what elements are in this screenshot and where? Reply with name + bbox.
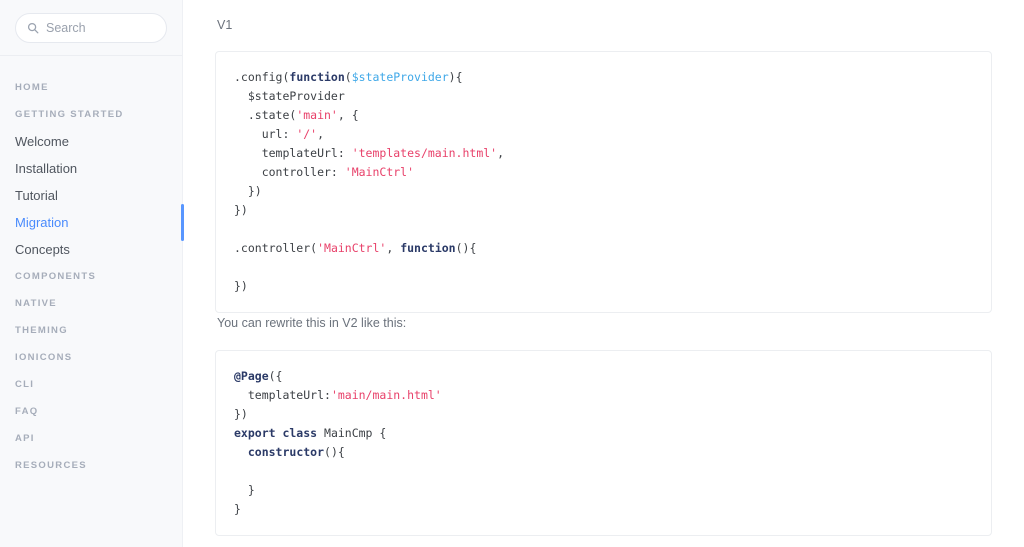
search-input[interactable] xyxy=(46,20,156,35)
sidebar-section-ionicons[interactable]: IONICONS xyxy=(0,344,182,371)
code-block-v2: @Page({ templateUrl:'main/main.html' }) … xyxy=(215,350,992,536)
sidebar-item-concepts[interactable]: Concepts xyxy=(0,236,182,263)
code-block-v1: .config(function($stateProvider){ $state… xyxy=(215,51,992,313)
sidebar-section-home[interactable]: HOME xyxy=(0,74,182,101)
sidebar-item-installation[interactable]: Installation xyxy=(0,155,182,182)
docs-page: HOME GETTING STARTED Welcome Installatio… xyxy=(0,0,1024,547)
sidebar-section-getting-started[interactable]: GETTING STARTED xyxy=(0,101,182,128)
sidebar-section-components[interactable]: COMPONENTS xyxy=(0,263,182,290)
sidebar-section-api[interactable]: API xyxy=(0,425,182,452)
sidebar-section-resources[interactable]: RESOURCES xyxy=(0,452,182,479)
heading-v1: V1 xyxy=(217,18,233,32)
search-container xyxy=(0,0,182,56)
main-content: V1 .config(function($stateProvider){ $st… xyxy=(183,0,1024,547)
sidebar: HOME GETTING STARTED Welcome Installatio… xyxy=(0,0,184,547)
sidebar-section-theming[interactable]: THEMING xyxy=(0,317,182,344)
sidebar-item-migration[interactable]: Migration xyxy=(0,209,182,236)
sidebar-section-cli[interactable]: CLI xyxy=(0,371,182,398)
search-box[interactable] xyxy=(15,12,167,43)
sidebar-item-welcome[interactable]: Welcome xyxy=(0,128,182,155)
sidebar-nav: HOME GETTING STARTED Welcome Installatio… xyxy=(0,56,182,479)
rewrite-note: You can rewrite this in V2 like this: xyxy=(217,316,407,330)
search-icon xyxy=(27,22,39,34)
active-scroll-indicator[interactable] xyxy=(181,204,184,241)
sidebar-item-tutorial[interactable]: Tutorial xyxy=(0,182,182,209)
sidebar-section-faq[interactable]: FAQ xyxy=(0,398,182,425)
code-v2: @Page({ templateUrl:'main/main.html' }) … xyxy=(234,369,442,516)
code-v1: .config(function($stateProvider){ $state… xyxy=(234,70,505,293)
sidebar-section-native[interactable]: NATIVE xyxy=(0,290,182,317)
